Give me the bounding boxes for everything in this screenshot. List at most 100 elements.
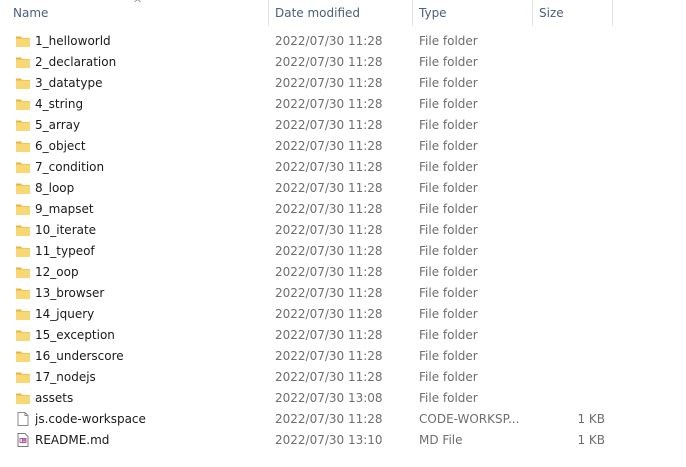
file-date-modified: 2022/07/30 11:28 <box>275 160 383 174</box>
file-date-modified: 2022/07/30 11:28 <box>275 244 383 258</box>
file-type: File folder <box>419 181 478 195</box>
file-type: File folder <box>419 55 478 69</box>
file-row[interactable]: 3_datatype 2022/07/30 11:28 File folder <box>0 73 686 94</box>
file-size <box>540 31 605 52</box>
column-divider[interactable] <box>412 0 413 26</box>
file-name: 6_object <box>35 139 86 153</box>
folder-icon <box>15 264 31 281</box>
file-date-modified: 2022/07/30 11:28 <box>275 139 383 153</box>
file-date-modified: 2022/07/30 13:10 <box>275 433 383 447</box>
folder-icon <box>15 180 31 197</box>
file-type: CODE-WORKSP... <box>419 412 520 426</box>
folder-icon <box>15 327 31 344</box>
file-type: File folder <box>419 328 478 342</box>
column-header-date-modified[interactable]: Date modified <box>270 0 412 27</box>
file-type: File folder <box>419 307 478 321</box>
markdown-file-icon <box>15 432 31 449</box>
folder-icon <box>15 159 31 176</box>
file-date-modified: 2022/07/30 11:28 <box>275 97 383 111</box>
file-row[interactable]: 12_oop 2022/07/30 11:28 File folder <box>0 262 686 283</box>
file-name: 13_browser <box>35 286 105 300</box>
file-date-modified: 2022/07/30 11:28 <box>275 349 383 363</box>
file-date-modified: 2022/07/30 11:28 <box>275 328 383 342</box>
file-row[interactable]: 16_underscore 2022/07/30 11:28 File fold… <box>0 346 686 367</box>
folder-icon <box>15 201 31 218</box>
column-divider[interactable] <box>268 0 269 26</box>
file-date-modified: 2022/07/30 11:28 <box>275 202 383 216</box>
file-size <box>540 304 605 325</box>
file-date-modified: 2022/07/30 11:28 <box>275 76 383 90</box>
file-name: 5_array <box>35 118 81 132</box>
file-type: File folder <box>419 118 478 132</box>
file-name: 1_helloworld <box>35 34 111 48</box>
file-size <box>540 94 605 115</box>
folder-icon <box>15 75 31 92</box>
file-type: File folder <box>419 202 478 216</box>
file-type: File folder <box>419 349 478 363</box>
folder-icon <box>15 306 31 323</box>
column-divider[interactable] <box>612 0 613 26</box>
file-name: 9_mapset <box>35 202 94 216</box>
file-row[interactable]: 8_loop 2022/07/30 11:28 File folder <box>0 178 686 199</box>
folder-icon <box>15 369 31 386</box>
file-row[interactable]: 14_jquery 2022/07/30 11:28 File folder <box>0 304 686 325</box>
file-date-modified: 2022/07/30 11:28 <box>275 412 383 426</box>
file-type: File folder <box>419 370 478 384</box>
file-row[interactable]: js.code-workspace 2022/07/30 11:28 CODE-… <box>0 409 686 430</box>
file-row[interactable]: 10_iterate 2022/07/30 11:28 File folder <box>0 220 686 241</box>
file-date-modified: 2022/07/30 11:28 <box>275 223 383 237</box>
column-divider[interactable] <box>532 0 533 26</box>
file-type: File folder <box>419 76 478 90</box>
column-header-size[interactable]: Size <box>534 0 612 27</box>
file-name: 14_jquery <box>35 307 95 321</box>
file-name: README.md <box>35 433 110 447</box>
file-size: 1 KB <box>577 412 605 426</box>
file-size <box>540 220 605 241</box>
file-size <box>540 262 605 283</box>
folder-icon <box>15 285 31 302</box>
file-row[interactable]: 4_string 2022/07/30 11:28 File folder <box>0 94 686 115</box>
file-row[interactable]: 9_mapset 2022/07/30 11:28 File folder <box>0 199 686 220</box>
file-name: 11_typeof <box>35 244 95 258</box>
folder-icon <box>15 222 31 239</box>
folder-icon <box>15 243 31 260</box>
file-row[interactable]: 11_typeof 2022/07/30 11:28 File folder <box>0 241 686 262</box>
file-date-modified: 2022/07/30 11:28 <box>275 118 383 132</box>
column-header-type[interactable]: Type <box>414 0 532 27</box>
file-size <box>540 115 605 136</box>
file-name: 17_nodejs <box>35 370 96 384</box>
folder-icon <box>15 54 31 71</box>
file-size <box>540 346 605 367</box>
file-name: 12_oop <box>35 265 79 279</box>
file-row[interactable]: 17_nodejs 2022/07/30 11:28 File folder <box>0 367 686 388</box>
file-name: 10_iterate <box>35 223 97 237</box>
file-name: 8_loop <box>35 181 75 195</box>
file-name: 15_exception <box>35 328 115 342</box>
file-name: 3_datatype <box>35 76 103 90</box>
file-type: File folder <box>419 244 478 258</box>
file-date-modified: 2022/07/30 11:28 <box>275 265 383 279</box>
file-size: 1 KB <box>577 433 605 447</box>
file-type: File folder <box>419 34 478 48</box>
column-header-name[interactable]: Name <box>8 0 270 27</box>
file-name: 2_declaration <box>35 55 117 69</box>
folder-icon <box>15 96 31 113</box>
file-size <box>540 157 605 178</box>
column-header-bar: ^ Name Date modified Type Size <box>0 0 686 27</box>
file-row[interactable]: README.md 2022/07/30 13:10 MD File 1 KB <box>0 430 686 451</box>
file-row[interactable]: assets 2022/07/30 13:08 File folder <box>0 388 686 409</box>
folder-icon <box>15 348 31 365</box>
file-size <box>540 325 605 346</box>
file-type: File folder <box>419 223 478 237</box>
file-size <box>540 241 605 262</box>
file-date-modified: 2022/07/30 11:28 <box>275 286 383 300</box>
file-row[interactable]: 15_exception 2022/07/30 11:28 File folde… <box>0 325 686 346</box>
file-row[interactable]: 1_helloworld 2022/07/30 11:28 File folde… <box>0 31 686 52</box>
file-row[interactable]: 2_declaration 2022/07/30 11:28 File fold… <box>0 52 686 73</box>
file-name: 4_string <box>35 97 84 111</box>
file-row[interactable]: 7_condition 2022/07/30 11:28 File folder <box>0 157 686 178</box>
file-row[interactable]: 13_browser 2022/07/30 11:28 File folder <box>0 283 686 304</box>
document-icon <box>15 411 31 428</box>
file-row[interactable]: 5_array 2022/07/30 11:28 File folder <box>0 115 686 136</box>
file-row[interactable]: 6_object 2022/07/30 11:28 File folder <box>0 136 686 157</box>
